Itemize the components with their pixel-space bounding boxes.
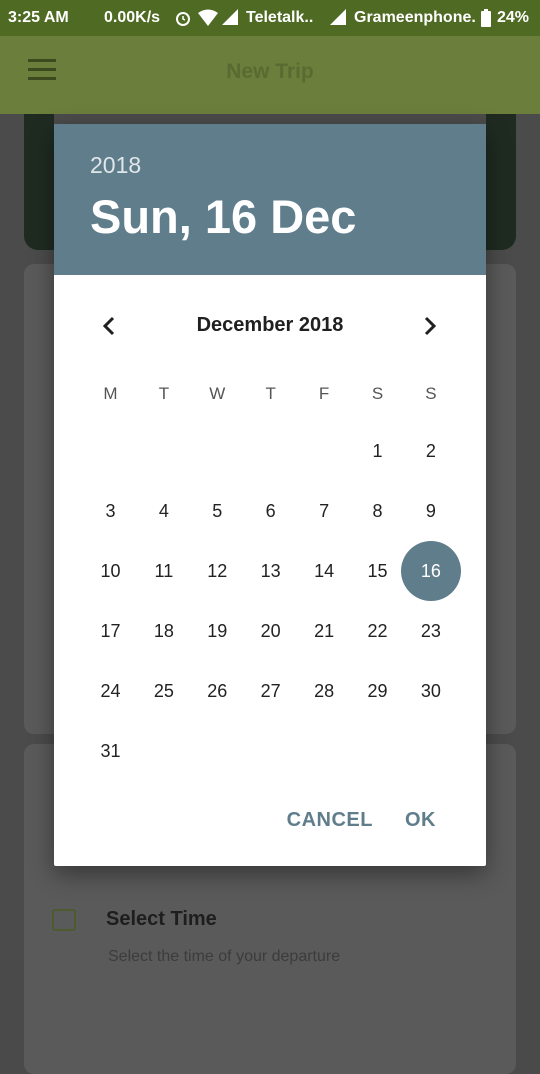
calendar-day[interactable]: 23 <box>404 601 457 661</box>
calendar-day[interactable]: 25 <box>137 661 190 721</box>
weekday-label: W <box>209 384 226 403</box>
calendar-day[interactable]: 6 <box>244 481 297 541</box>
calendar-day[interactable]: 29 <box>351 661 404 721</box>
calendar-day[interactable]: 31 <box>84 721 137 781</box>
calendar-day[interactable]: 12 <box>191 541 244 601</box>
calendar-day[interactable]: 17 <box>84 601 137 661</box>
chevron-right-icon <box>424 316 437 336</box>
signal-icon <box>222 9 238 30</box>
selected-date-label[interactable]: Sun, 16 Dec <box>90 189 356 244</box>
select-time-row: Select Time <box>52 908 217 931</box>
calendar-icon <box>52 908 76 931</box>
calendar-day[interactable]: 24 <box>84 661 137 721</box>
calendar-day[interactable]: 5 <box>191 481 244 541</box>
calendar-day[interactable]: 30 <box>404 661 457 721</box>
ok-button[interactable]: OK <box>389 801 452 840</box>
cancel-button[interactable]: CANCEL <box>271 801 389 840</box>
weekday-label: T <box>265 384 276 403</box>
tree-illustration-right <box>486 114 516 250</box>
calendar-day[interactable]: 13 <box>244 541 297 601</box>
calendar-day[interactable]: 20 <box>244 601 297 661</box>
status-time: 3:25 AM <box>8 9 69 26</box>
calendar-day[interactable]: 4 <box>137 481 190 541</box>
battery-icon <box>481 9 491 32</box>
calendar-day[interactable]: 8 <box>351 481 404 541</box>
calendar-grid: 1 2 3 4 5 6 7 8 9 10 11 12 13 14 15 16 17 18 19 20 21 22 23 24 2… <box>84 421 461 781</box>
weekday-label: S <box>371 384 384 403</box>
dialog-header: 2018 Sun, 16 Dec <box>54 124 486 275</box>
tree-illustration-left <box>24 114 54 250</box>
alarm-icon <box>174 9 192 32</box>
calendar-day[interactable]: 19 <box>191 601 244 661</box>
calendar-day[interactable]: 14 <box>298 541 351 601</box>
calendar-day[interactable]: 21 <box>298 601 351 661</box>
calendar-day[interactable]: 1 <box>351 421 404 481</box>
calendar-day[interactable]: 28 <box>298 661 351 721</box>
calendar-day[interactable]: 22 <box>351 601 404 661</box>
weekday-label: S <box>425 384 437 403</box>
status-speed: 0.00K/s <box>104 9 161 26</box>
calendar-day[interactable]: 15 <box>351 541 404 601</box>
calendar-day[interactable]: 7 <box>298 481 351 541</box>
calendar-day[interactable]: 26 <box>191 661 244 721</box>
wifi-icon <box>198 9 218 32</box>
battery-level: 24% <box>497 9 530 26</box>
weekday-label: M <box>103 384 118 403</box>
next-month-button[interactable] <box>413 310 445 342</box>
year-label[interactable]: 2018 <box>90 152 141 179</box>
calendar-day[interactable]: 10 <box>84 541 137 601</box>
calendar-day[interactable]: 27 <box>244 661 297 721</box>
weekday-header: MTWTFSS <box>84 384 458 408</box>
date-picker-dialog: 2018 Sun, 16 Dec December 2018 MTWTFSS 1… <box>54 124 486 866</box>
carrier-1: Teletalk.. <box>246 9 314 26</box>
calendar-day[interactable]: 11 <box>137 541 190 601</box>
app-bar: New Trip <box>0 36 540 114</box>
weekday-label: F <box>318 384 330 403</box>
signal-icon-2 <box>330 9 346 30</box>
calendar-day[interactable]: 18 <box>137 601 190 661</box>
carrier-2: Grameenphone. <box>354 9 476 26</box>
calendar-day[interactable]: 2 <box>404 421 457 481</box>
app-title: New Trip <box>226 60 314 83</box>
weekday-label: T <box>158 384 170 403</box>
calendar-day[interactable]: 3 <box>84 481 137 541</box>
select-time-subtitle: Select the time of your departure <box>108 948 341 965</box>
select-time-label: Select Time <box>106 908 217 930</box>
calendar-day-selected[interactable]: 16 <box>400 541 461 601</box>
status-bar: 3:25 AM 0.00K/s Teletalk.. Grameenphone.… <box>0 0 540 36</box>
month-navigation: December 2018 <box>54 304 486 348</box>
calendar-day[interactable]: 9 <box>404 481 457 541</box>
dialog-actions: CANCEL OK <box>271 801 452 840</box>
